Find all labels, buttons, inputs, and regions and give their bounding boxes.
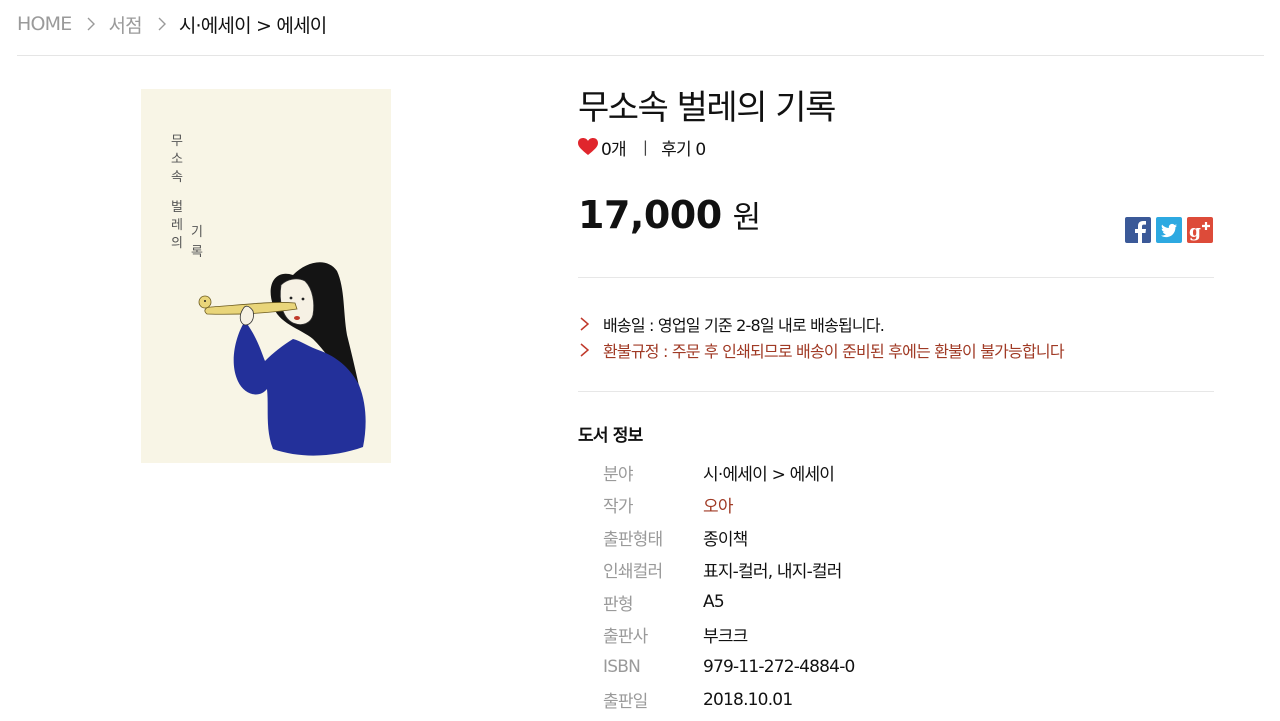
- info-value-size: A5: [703, 592, 725, 613]
- chevron-right-icon: [87, 17, 96, 31]
- breadcrumb: HOME 서점 시·에세이 > 에세이: [17, 10, 327, 38]
- google-plus-icon[interactable]: g: [1187, 217, 1213, 243]
- refund-text: 환불규정 : 주문 후 인쇄되므로 배송이 준비된 후에는 환불이 불가능합니다: [603, 342, 1065, 361]
- book-info-row: ISBN 979-11-272-4884-0: [603, 651, 855, 684]
- chevron-right-icon: [158, 17, 166, 31]
- info-label: ISBN: [603, 657, 641, 678]
- chevron-right-icon: [580, 343, 589, 357]
- info-value-print-color: 표지-컬러, 내지-컬러: [703, 562, 842, 583]
- book-info-row: 출판사 부크크: [603, 619, 855, 652]
- info-label: 판형: [603, 594, 633, 615]
- info-value-category[interactable]: 시·에세이 > 에세이: [703, 460, 835, 485]
- svg-text:레: 레: [171, 218, 183, 233]
- product-title: 무소속 벌레의 기록: [578, 88, 836, 128]
- review-count[interactable]: 후기 0: [661, 135, 706, 160]
- product-meta: 0개 | 후기 0: [578, 135, 706, 160]
- svg-text:g: g: [1189, 222, 1201, 242]
- divider: [578, 391, 1214, 392]
- info-label: 작가: [603, 497, 633, 518]
- info-label: 출판사: [603, 627, 648, 648]
- info-label: 인쇄컬러: [603, 562, 663, 583]
- breadcrumb-home[interactable]: HOME: [17, 13, 72, 35]
- twitter-icon[interactable]: [1156, 217, 1182, 243]
- book-info-list: 분야 시·에세이 > 에세이 작가 오아 출판형태 종이책 인쇄컬러 표지-컬러…: [603, 456, 855, 716]
- breadcrumb-divider: [17, 55, 1264, 56]
- info-value-publisher: 부크크: [703, 627, 748, 648]
- delivery-note: 배송일 : 영업일 기준 2-8일 내로 배송됩니다.: [580, 311, 1064, 337]
- info-value-format: 종이책: [703, 529, 748, 550]
- heart-icon[interactable]: [578, 138, 598, 156]
- like-count: 0개: [601, 139, 627, 160]
- book-info-row: 인쇄컬러 표지-컬러, 내지-컬러: [603, 554, 855, 587]
- book-info-row: 작가 오아: [603, 489, 855, 522]
- chevron-right-icon: [580, 317, 589, 331]
- book-info-row: 분야 시·에세이 > 에세이: [603, 456, 855, 489]
- svg-text:벌: 벌: [171, 200, 183, 215]
- svg-text:록: 록: [191, 245, 203, 260]
- svg-text:소: 소: [171, 152, 183, 167]
- shipping-notes: 배송일 : 영업일 기준 2-8일 내로 배송됩니다. 환불규정 : 주문 후 …: [580, 311, 1065, 363]
- refund-note: 환불규정 : 주문 후 인쇄되므로 배송이 준비된 후에는 환불이 불가능합니다: [580, 337, 1065, 363]
- info-label: 출판형태: [603, 529, 663, 550]
- breadcrumb-shop[interactable]: 서점: [108, 11, 142, 38]
- price-currency: 원: [732, 200, 762, 236]
- delivery-text: 배송일 : 영업일 기준 2-8일 내로 배송됩니다.: [603, 316, 885, 335]
- book-info-row: 출판형태 종이책: [603, 521, 855, 554]
- svg-text:의: 의: [171, 236, 183, 251]
- info-label: 분야: [603, 464, 633, 485]
- info-label: 출판일: [603, 692, 648, 713]
- svg-text:속: 속: [171, 170, 183, 185]
- facebook-icon[interactable]: [1125, 217, 1151, 243]
- info-value-isbn: 979-11-272-4884-0: [703, 657, 855, 678]
- info-value-publish-date: 2018.10.01: [703, 689, 793, 710]
- share-buttons: g: [1125, 217, 1213, 243]
- book-info-heading: 도서 정보: [578, 426, 643, 446]
- divider: [578, 277, 1214, 278]
- svg-text:무: 무: [171, 134, 183, 149]
- svg-text:기: 기: [191, 225, 203, 240]
- price-value: 17,000: [578, 193, 722, 237]
- product-price: 17,000 원: [578, 192, 761, 237]
- breadcrumb-category[interactable]: 시·에세이 > 에세이: [179, 11, 327, 38]
- meta-divider: |: [642, 138, 648, 156]
- book-info-row: 판형 A5: [603, 586, 855, 619]
- info-value-author[interactable]: 오아: [703, 492, 733, 517]
- book-info-row: 출판일 2018.10.01: [603, 684, 855, 717]
- book-cover-image[interactable]: 무 소 속 벌 레 의 기 록: [141, 89, 391, 463]
